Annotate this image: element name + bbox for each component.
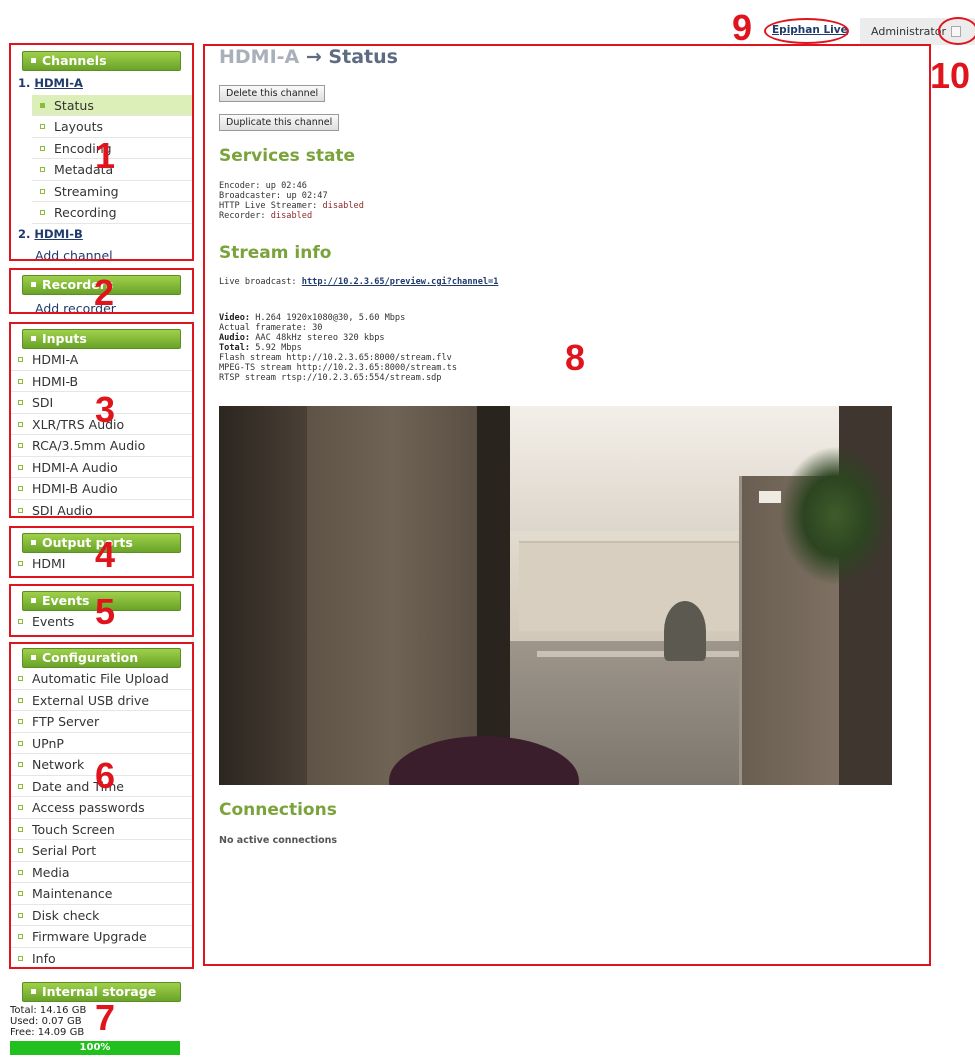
annotation-label-2: 2: [94, 272, 115, 313]
annotation-label-1: 1: [95, 135, 116, 176]
annotation-label-7: 7: [95, 997, 116, 1038]
annotation-label-6: 6: [95, 755, 116, 796]
annotation-label-10: 10: [930, 55, 971, 96]
annotation-label-5: 5: [95, 591, 116, 632]
storage-progress-fill: 100%: [10, 1041, 180, 1055]
annotation-label-8: 8: [565, 337, 586, 378]
annotation-label-4: 4: [95, 534, 116, 575]
annotation-box-8: [203, 44, 931, 966]
annotation-box-6: [9, 642, 194, 969]
annotation-ellipse-9: [764, 18, 849, 44]
storage-progress-bar: 100%: [10, 1041, 180, 1055]
annotation-label-3: 3: [95, 389, 116, 430]
annotation-ellipse-10: [938, 17, 975, 45]
annotation-label-9: 9: [732, 7, 753, 48]
